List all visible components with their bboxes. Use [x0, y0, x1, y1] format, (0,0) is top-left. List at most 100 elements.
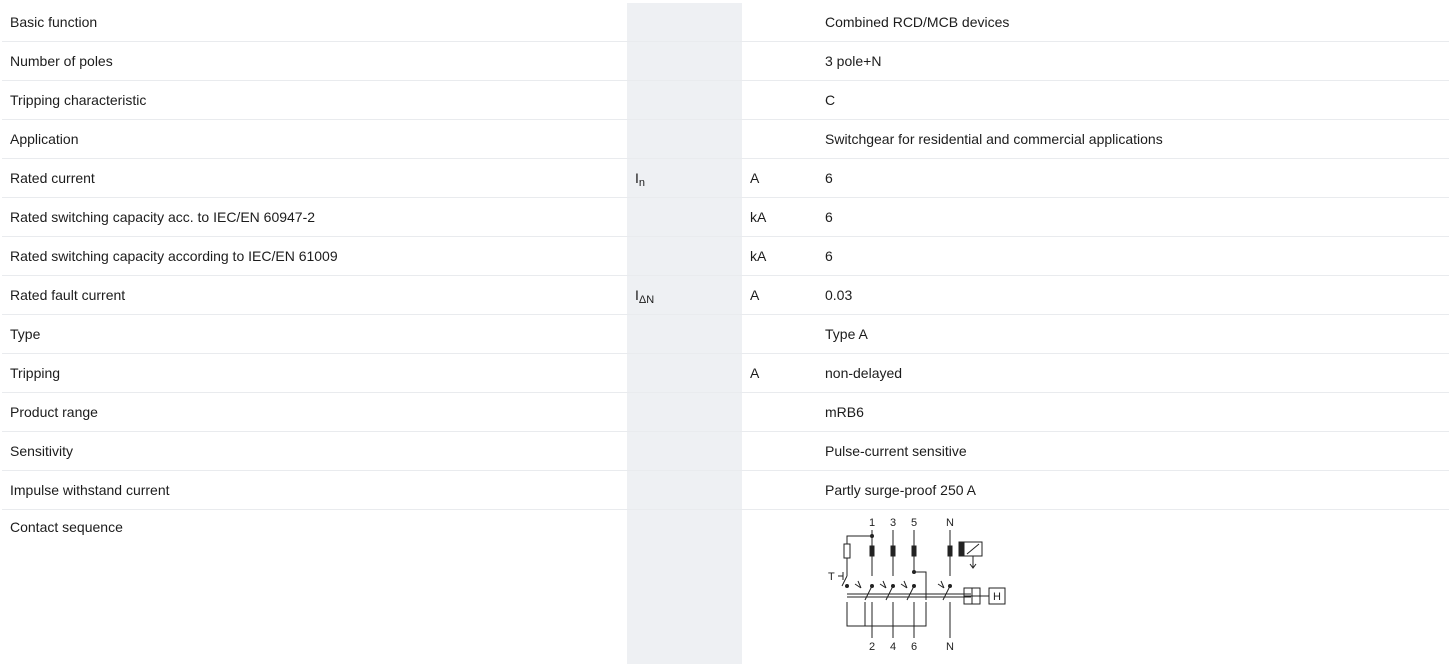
row-symbol	[627, 197, 742, 237]
row-unit: kA	[742, 236, 817, 276]
transformer-cross	[964, 588, 980, 604]
row-unit: A	[742, 275, 817, 315]
trip-unit-label: H	[993, 591, 1001, 603]
table-row: Product range mRB6	[2, 392, 1449, 432]
row-label: Tripping	[2, 353, 627, 393]
table-row: Rated switching capacity acc. to IEC/EN …	[2, 197, 1449, 237]
row-unit	[742, 41, 817, 81]
table-row: Rated switching capacity according to IE…	[2, 236, 1449, 276]
row-label: Rated fault current	[2, 275, 627, 315]
row-label: Impulse withstand current	[2, 470, 627, 510]
terminal-label-top: N	[946, 517, 954, 529]
table-row: Application Switchgear for residential an…	[2, 119, 1449, 159]
row-unit	[742, 80, 817, 120]
row-unit	[742, 119, 817, 159]
row-label: Application	[2, 119, 627, 159]
table-row: Rated fault current IΔN A 0.03	[2, 275, 1449, 315]
row-unit	[742, 3, 817, 42]
row-value: 6	[817, 158, 1449, 198]
row-value: 6	[817, 197, 1449, 237]
row-label: Rated switching capacity according to IE…	[2, 236, 627, 276]
row-symbol	[627, 3, 742, 42]
row-symbol	[627, 509, 742, 664]
switch-contacts	[864, 585, 951, 601]
row-label: Basic function	[2, 3, 627, 42]
fuse-element	[947, 545, 953, 557]
test-button-label: T	[828, 571, 835, 583]
row-unit: kA	[742, 197, 817, 237]
row-value: mRB6	[817, 392, 1449, 432]
row-unit	[742, 510, 817, 665]
row-value: non-delayed	[817, 353, 1449, 393]
symbol-subscript: ΔN	[638, 294, 655, 306]
row-unit	[742, 314, 817, 354]
test-circuit-wire	[846, 535, 872, 544]
row-label: Number of poles	[2, 41, 627, 81]
terminal-label-bottom: 4	[890, 641, 896, 653]
table-row: Number of poles 3 pole+N	[2, 41, 1449, 81]
table-row: Basic function Combined RCD/MCB devices	[2, 3, 1449, 42]
table-row: Type Type A	[2, 314, 1449, 354]
row-label: Rated current	[2, 158, 627, 198]
specification-table-body: Basic function Combined RCD/MCB devices Nu…	[2, 3, 1449, 664]
row-symbol	[627, 80, 742, 120]
junction-dot	[870, 534, 874, 538]
transformer-core	[958, 541, 964, 557]
table-row: Rated current In A 6	[2, 158, 1449, 198]
row-symbol	[627, 236, 742, 276]
row-symbol: In	[627, 158, 742, 198]
row-label: Rated switching capacity acc. to IEC/EN …	[2, 197, 627, 237]
row-label: Sensitivity	[2, 431, 627, 471]
fuse-element	[911, 545, 917, 557]
table-row: Tripping Anon-delayed	[2, 353, 1449, 393]
table-row: Sensitivity Pulse-current sensitive	[2, 431, 1449, 471]
row-unit: A	[742, 353, 817, 393]
table-row: Tripping characteristic C	[2, 80, 1449, 120]
row-value: 6	[817, 236, 1449, 276]
row-unit	[742, 431, 817, 471]
terminal-label-bottom: 6	[911, 641, 917, 653]
row-value: Combined RCD/MCB devices	[817, 3, 1449, 42]
terminal-label-top: 5	[911, 517, 917, 529]
lower-conductors	[846, 602, 951, 638]
table-row: Impulse withstand current Partly surge-pr…	[2, 470, 1449, 510]
row-symbol	[627, 119, 742, 159]
row-symbol	[627, 392, 742, 432]
row-value: Pulse-current sensitive	[817, 431, 1449, 471]
terminal-label-top: 1	[869, 517, 875, 529]
row-value: 0.03	[817, 275, 1449, 315]
row-symbol: IΔN	[627, 275, 742, 315]
row-symbol	[627, 41, 742, 81]
table-row-contact-sequence: Contact sequence 1 3 5 N T H 2 4 6 N	[2, 509, 1449, 665]
row-value: C	[817, 80, 1449, 120]
row-unit	[742, 392, 817, 432]
row-label: Type	[2, 314, 627, 354]
pole-conductors	[871, 530, 951, 576]
terminal-label-bottom: N	[946, 641, 954, 653]
contact-dot	[845, 584, 849, 588]
row-label: Contact sequence	[10, 519, 123, 535]
row-symbol	[627, 314, 742, 354]
row-unit: A	[742, 158, 817, 198]
trip-marks	[854, 580, 945, 589]
relay-symbol	[966, 543, 980, 555]
row-symbol	[627, 431, 742, 471]
contact-sequence-diagram: 1 3 5 N T H 2 4 6 N	[828, 517, 1006, 653]
row-value: Switchgear for residential and commercia…	[817, 119, 1449, 159]
terminal-label-bottom: 2	[869, 641, 875, 653]
row-value: 3 pole+N	[817, 41, 1449, 81]
test-resistor	[843, 543, 851, 559]
row-value: Type A	[817, 314, 1449, 354]
row-symbol	[627, 470, 742, 510]
specification-table: Basic function Combined RCD/MCB devices Nu…	[2, 3, 1449, 664]
fuse-element	[890, 545, 896, 557]
fuse-element	[869, 545, 875, 557]
symbol-subscript: n	[638, 177, 646, 189]
row-symbol	[627, 353, 742, 393]
row-unit	[742, 470, 817, 510]
test-button-icon	[838, 572, 848, 587]
row-label: Tripping characteristic	[2, 80, 627, 120]
row-label: Product range	[2, 392, 627, 432]
terminal-label-top: 3	[890, 517, 896, 529]
row-value: 1 3 5 N T H 2 4 6 N	[817, 510, 1449, 665]
